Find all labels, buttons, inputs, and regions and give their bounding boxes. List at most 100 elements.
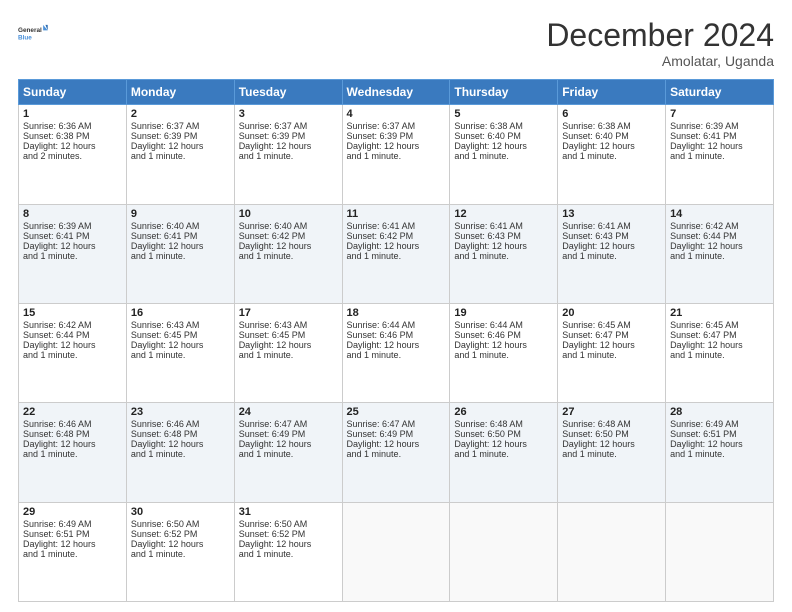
day-number: 13 — [562, 208, 661, 220]
daylight-text: Daylight: 12 hours — [562, 141, 635, 151]
day-number: 23 — [131, 406, 230, 418]
daylight-text: Daylight: 12 hours — [670, 141, 743, 151]
day-number: 3 — [239, 108, 338, 120]
sunrise-text: Sunrise: 6:39 AM — [23, 221, 92, 231]
day-number: 14 — [670, 208, 769, 220]
daylight-minutes-text: and 1 minute. — [562, 251, 617, 261]
day-number: 27 — [562, 406, 661, 418]
sunrise-text: Sunrise: 6:45 AM — [670, 320, 739, 330]
col-saturday: Saturday — [666, 80, 774, 105]
sunrise-text: Sunrise: 6:48 AM — [454, 419, 523, 429]
daylight-minutes-text: and 1 minute. — [239, 449, 294, 459]
daylight-minutes-text: and 1 minute. — [131, 350, 186, 360]
day-number: 10 — [239, 208, 338, 220]
sunset-text: Sunset: 6:42 PM — [347, 231, 414, 241]
sunset-text: Sunset: 6:50 PM — [454, 429, 521, 439]
table-row: 8Sunrise: 6:39 AMSunset: 6:41 PMDaylight… — [19, 204, 127, 303]
sunrise-text: Sunrise: 6:37 AM — [347, 121, 416, 131]
sunrise-text: Sunrise: 6:42 AM — [670, 221, 739, 231]
sunset-text: Sunset: 6:40 PM — [454, 131, 521, 141]
day-number: 26 — [454, 406, 553, 418]
table-row: 21Sunrise: 6:45 AMSunset: 6:47 PMDayligh… — [666, 303, 774, 402]
daylight-text: Daylight: 12 hours — [23, 141, 96, 151]
daylight-minutes-text: and 1 minute. — [347, 251, 402, 261]
day-number: 20 — [562, 307, 661, 319]
sunrise-text: Sunrise: 6:41 AM — [347, 221, 416, 231]
table-row: 27Sunrise: 6:48 AMSunset: 6:50 PMDayligh… — [558, 403, 666, 502]
sunset-text: Sunset: 6:51 PM — [23, 529, 90, 539]
table-row: 5Sunrise: 6:38 AMSunset: 6:40 PMDaylight… — [450, 105, 558, 204]
table-row: 3Sunrise: 6:37 AMSunset: 6:39 PMDaylight… — [234, 105, 342, 204]
day-number: 9 — [131, 208, 230, 220]
day-number: 5 — [454, 108, 553, 120]
sunset-text: Sunset: 6:49 PM — [347, 429, 414, 439]
col-wednesday: Wednesday — [342, 80, 450, 105]
sunset-text: Sunset: 6:48 PM — [23, 429, 90, 439]
table-row: 28Sunrise: 6:49 AMSunset: 6:51 PMDayligh… — [666, 403, 774, 502]
day-number: 6 — [562, 108, 661, 120]
table-row: 20Sunrise: 6:45 AMSunset: 6:47 PMDayligh… — [558, 303, 666, 402]
daylight-text: Daylight: 12 hours — [562, 439, 635, 449]
sunrise-text: Sunrise: 6:43 AM — [239, 320, 308, 330]
daylight-text: Daylight: 12 hours — [670, 439, 743, 449]
table-row: 30Sunrise: 6:50 AMSunset: 6:52 PMDayligh… — [126, 502, 234, 601]
sunrise-text: Sunrise: 6:40 AM — [131, 221, 200, 231]
daylight-text: Daylight: 12 hours — [131, 241, 204, 251]
sunrise-text: Sunrise: 6:37 AM — [239, 121, 308, 131]
daylight-minutes-text: and 1 minute. — [670, 251, 725, 261]
header-row: Sunday Monday Tuesday Wednesday Thursday… — [19, 80, 774, 105]
col-sunday: Sunday — [19, 80, 127, 105]
header: GeneralBlue December 2024 Amolatar, Ugan… — [18, 18, 774, 69]
sunrise-text: Sunrise: 6:39 AM — [670, 121, 739, 131]
table-row: 31Sunrise: 6:50 AMSunset: 6:52 PMDayligh… — [234, 502, 342, 601]
daylight-text: Daylight: 12 hours — [239, 340, 312, 350]
sunrise-text: Sunrise: 6:44 AM — [347, 320, 416, 330]
sunrise-text: Sunrise: 6:41 AM — [562, 221, 631, 231]
daylight-minutes-text: and 1 minute. — [670, 449, 725, 459]
table-row — [666, 502, 774, 601]
daylight-minutes-text: and 1 minute. — [131, 251, 186, 261]
daylight-minutes-text: and 1 minute. — [239, 350, 294, 360]
col-monday: Monday — [126, 80, 234, 105]
col-thursday: Thursday — [450, 80, 558, 105]
sunrise-text: Sunrise: 6:38 AM — [562, 121, 631, 131]
daylight-minutes-text: and 1 minute. — [562, 449, 617, 459]
page: GeneralBlue December 2024 Amolatar, Ugan… — [0, 0, 792, 612]
table-row: 1Sunrise: 6:36 AMSunset: 6:38 PMDaylight… — [19, 105, 127, 204]
sunset-text: Sunset: 6:52 PM — [131, 529, 198, 539]
sunset-text: Sunset: 6:45 PM — [131, 330, 198, 340]
sunrise-text: Sunrise: 6:46 AM — [131, 419, 200, 429]
daylight-text: Daylight: 12 hours — [562, 241, 635, 251]
table-row: 4Sunrise: 6:37 AMSunset: 6:39 PMDaylight… — [342, 105, 450, 204]
daylight-minutes-text: and 1 minute. — [23, 251, 78, 261]
sunset-text: Sunset: 6:40 PM — [562, 131, 629, 141]
calendar-week-5: 29Sunrise: 6:49 AMSunset: 6:51 PMDayligh… — [19, 502, 774, 601]
daylight-text: Daylight: 12 hours — [131, 340, 204, 350]
daylight-minutes-text: and 1 minute. — [454, 151, 509, 161]
day-number: 31 — [239, 506, 338, 518]
sunset-text: Sunset: 6:41 PM — [131, 231, 198, 241]
daylight-text: Daylight: 12 hours — [454, 141, 527, 151]
daylight-text: Daylight: 12 hours — [23, 539, 96, 549]
daylight-text: Daylight: 12 hours — [239, 539, 312, 549]
daylight-minutes-text: and 1 minute. — [23, 549, 78, 559]
daylight-minutes-text: and 1 minute. — [131, 549, 186, 559]
sunrise-text: Sunrise: 6:37 AM — [131, 121, 200, 131]
daylight-text: Daylight: 12 hours — [670, 340, 743, 350]
sunrise-text: Sunrise: 6:47 AM — [239, 419, 308, 429]
day-number: 22 — [23, 406, 122, 418]
table-row: 26Sunrise: 6:48 AMSunset: 6:50 PMDayligh… — [450, 403, 558, 502]
day-number: 11 — [347, 208, 446, 220]
daylight-minutes-text: and 1 minute. — [23, 449, 78, 459]
table-row — [558, 502, 666, 601]
sunrise-text: Sunrise: 6:47 AM — [347, 419, 416, 429]
table-row: 9Sunrise: 6:40 AMSunset: 6:41 PMDaylight… — [126, 204, 234, 303]
sunset-text: Sunset: 6:50 PM — [562, 429, 629, 439]
day-number: 18 — [347, 307, 446, 319]
sunset-text: Sunset: 6:46 PM — [347, 330, 414, 340]
calendar-week-4: 22 Sunrise: 6:46 AM Sunset: 6:48 PM Dayligh… — [19, 403, 774, 502]
logo: GeneralBlue — [18, 18, 50, 50]
col-tuesday: Tuesday — [234, 80, 342, 105]
sunrise-text: Sunrise: 6:41 AM — [454, 221, 523, 231]
sunset-text: Sunset: 6:42 PM — [239, 231, 306, 241]
